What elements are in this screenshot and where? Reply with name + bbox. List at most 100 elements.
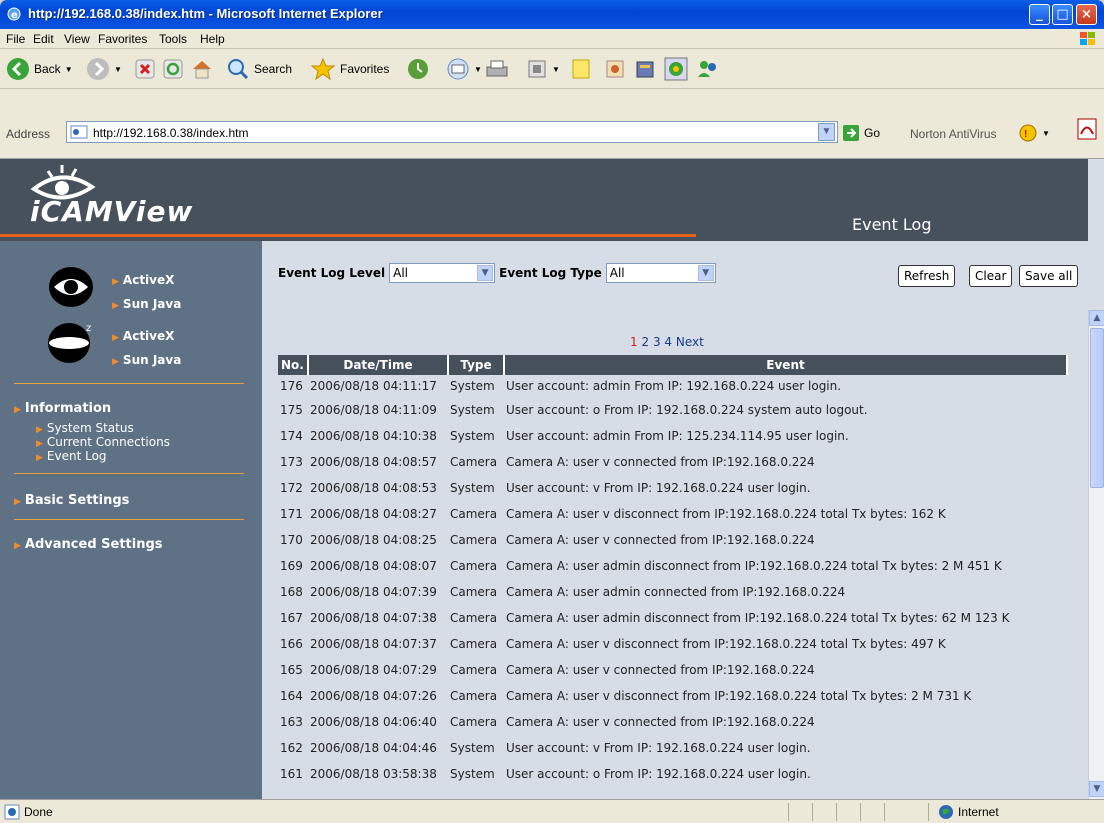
cell-no: 165 bbox=[280, 663, 303, 677]
zone-text: Internet bbox=[958, 805, 999, 819]
java-label: Sun Java bbox=[122, 297, 182, 311]
cell-type: System bbox=[450, 481, 495, 495]
main-content: Event Log Level All ▼ Event Log Type All… bbox=[262, 241, 1088, 799]
minimize-button[interactable]: _ bbox=[1029, 4, 1050, 25]
status-divider bbox=[836, 803, 837, 821]
app-header: iCAMView Event Log bbox=[0, 159, 1088, 241]
sidebar-item-event-log[interactable]: ▶ Event Log bbox=[36, 449, 107, 465]
sidebar-section-basic-settings[interactable]: ▶ Basic Settings bbox=[14, 493, 129, 508]
table-row: 173 2006/08/18 04:08:57 Camera Camera A: us… bbox=[278, 449, 1067, 475]
go-arrow-icon bbox=[843, 125, 859, 141]
cell-event: Camera A: user v connected from IP:192.1… bbox=[506, 663, 815, 677]
sidebar-section-information[interactable]: ▶ Information bbox=[14, 401, 111, 416]
cell-no: 172 bbox=[280, 481, 303, 495]
camera-eye-icon bbox=[49, 267, 93, 307]
favorites-label: Favorites bbox=[340, 62, 390, 76]
home-button[interactable] bbox=[190, 55, 214, 83]
cell-event: User account: admin From IP: 192.168.0.2… bbox=[506, 379, 842, 393]
mail-button[interactable]: ▼ bbox=[446, 55, 482, 83]
cell-event: Camera A: user v disconnect from IP:192.… bbox=[506, 507, 946, 521]
status-bar: Done Internet bbox=[0, 799, 1104, 823]
messenger-button[interactable] bbox=[604, 55, 626, 83]
print-button[interactable] bbox=[484, 55, 510, 83]
history-button[interactable] bbox=[406, 55, 430, 83]
norton-button[interactable]: ! ▼ bbox=[1018, 123, 1050, 143]
cell-type: Camera bbox=[450, 689, 498, 703]
address-dropdown-button[interactable]: ▼ bbox=[818, 123, 835, 141]
notes-button[interactable] bbox=[570, 55, 592, 83]
cell-type: System bbox=[450, 767, 495, 781]
page-done-icon bbox=[4, 804, 20, 820]
pdf-icon[interactable] bbox=[1076, 117, 1098, 141]
menu-view[interactable]: View bbox=[64, 32, 90, 46]
menu-file[interactable]: File bbox=[6, 32, 25, 46]
edit-button[interactable]: ▼ bbox=[526, 55, 560, 83]
page-link-4[interactable]: 4 bbox=[664, 335, 672, 349]
camera-dome-icon: z bbox=[48, 323, 91, 363]
menu-help[interactable]: Help bbox=[200, 32, 225, 46]
favorites-button[interactable]: Favorites bbox=[310, 55, 389, 83]
addon-button[interactable] bbox=[664, 55, 688, 83]
clear-button[interactable]: Clear bbox=[969, 265, 1013, 287]
cell-type: Camera bbox=[450, 663, 498, 677]
camera1-java-link[interactable]: ▶ Sun Java bbox=[112, 297, 181, 311]
menu-favorites[interactable]: Favorites bbox=[98, 32, 147, 46]
cell-event: Camera A: user admin disconnect from IP:… bbox=[506, 611, 1010, 625]
address-input[interactable]: http://192.168.0.38/index.htm bbox=[66, 121, 838, 143]
cell-type: Camera bbox=[450, 533, 498, 547]
camera2-java-link[interactable]: ▶ Sun Java bbox=[112, 353, 181, 367]
forward-button[interactable]: ▼ bbox=[86, 55, 122, 83]
cell-type: Camera bbox=[450, 455, 498, 469]
cell-no: 173 bbox=[280, 455, 303, 469]
maximize-icon: □ bbox=[1056, 7, 1069, 22]
log-level-select[interactable]: All ▼ bbox=[389, 263, 496, 283]
cell-no: 174 bbox=[280, 429, 303, 443]
go-button[interactable]: Go bbox=[842, 123, 880, 143]
page-link-2[interactable]: 2 bbox=[641, 335, 649, 349]
current-connections-label: Current Connections bbox=[46, 435, 170, 449]
cell-no: 170 bbox=[280, 533, 303, 547]
chevron-down-icon: ▼ bbox=[477, 265, 494, 281]
camera2-activex-link[interactable]: ▶ ActiveX bbox=[112, 329, 174, 343]
sidebar-section-advanced-settings[interactable]: ▶ Advanced Settings bbox=[14, 537, 163, 552]
save-all-button[interactable]: Save all bbox=[1019, 265, 1079, 287]
page-link-3[interactable]: 3 bbox=[653, 335, 661, 349]
page-icon bbox=[70, 125, 88, 139]
vertical-scrollbar[interactable]: ▲ ▼ bbox=[1088, 310, 1104, 799]
table-row: 170 2006/08/18 04:08:25 Camera Camera A: us… bbox=[278, 527, 1067, 553]
page-link-1[interactable]: 1 bbox=[630, 335, 638, 349]
menu-tools[interactable]: Tools bbox=[159, 32, 187, 46]
icamview-app: iCAMView Event Log ▶ ActiveX ▶ Sun Java z … bbox=[0, 159, 1088, 799]
maximize-button[interactable]: □ bbox=[1052, 4, 1073, 25]
users-button[interactable] bbox=[696, 55, 720, 83]
next-page-link[interactable]: Next bbox=[676, 335, 704, 349]
camera1-activex-link[interactable]: ▶ ActiveX bbox=[112, 273, 174, 287]
chevron-down-icon: ▼ bbox=[821, 126, 832, 137]
cell-event: Camera A: user v connected from IP:192.1… bbox=[506, 715, 815, 729]
table-row: 172 2006/08/18 04:08:53 System User account… bbox=[278, 475, 1067, 501]
log-type-select[interactable]: All ▼ bbox=[605, 263, 716, 283]
refresh-button[interactable]: Refresh bbox=[898, 265, 956, 287]
address-label: Address bbox=[6, 127, 51, 141]
scrollbar-thumb[interactable] bbox=[1090, 328, 1104, 488]
scroll-down-button[interactable]: ▼ bbox=[1089, 781, 1104, 797]
scroll-up-button[interactable]: ▲ bbox=[1089, 310, 1104, 326]
stop-button[interactable] bbox=[134, 55, 156, 83]
cell-event: Camera A: user v disconnect from IP:192.… bbox=[506, 637, 946, 651]
log-level-label: Event Log Level bbox=[278, 266, 386, 280]
search-button[interactable]: Search bbox=[226, 55, 292, 83]
close-button[interactable]: × bbox=[1076, 4, 1097, 25]
log-level-value: All bbox=[393, 266, 409, 280]
status-divider bbox=[928, 803, 929, 821]
history-icon bbox=[408, 59, 428, 79]
menu-edit[interactable]: Edit bbox=[33, 32, 54, 46]
refresh-page-button[interactable] bbox=[162, 55, 184, 83]
back-button[interactable]: Back ▼ bbox=[6, 55, 73, 83]
cell-no: 175 bbox=[280, 403, 303, 417]
cell-datetime: 2006/08/18 04:07:38 bbox=[310, 611, 437, 625]
flower-icon bbox=[664, 57, 688, 81]
research-button[interactable] bbox=[634, 55, 656, 83]
svg-text:z: z bbox=[86, 323, 91, 334]
table-row: 175 2006/08/18 04:11:09 System User account… bbox=[278, 397, 1067, 423]
table-header-row: No. Date/Time Type Event bbox=[278, 355, 1068, 375]
